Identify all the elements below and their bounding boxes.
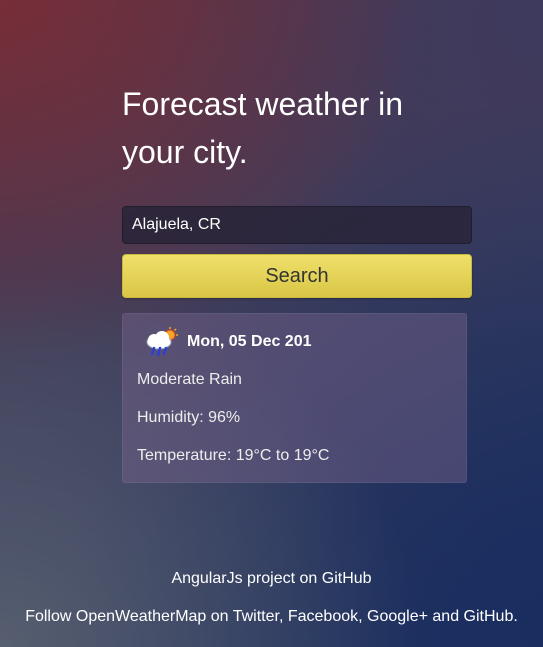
footer-follow: Follow OpenWeatherMap on Twitter, Facebo… xyxy=(0,608,543,626)
forecast-card-header: Mon, 05 Dec 201 xyxy=(143,326,312,358)
weather-description: Moderate Rain xyxy=(137,371,242,388)
forecast-date: Mon, 05 Dec 201 xyxy=(187,333,312,350)
github-project-link[interactable]: AngularJs project on GitHub xyxy=(171,570,371,587)
follow-suffix: . xyxy=(513,608,518,625)
follow-separator: and xyxy=(427,608,464,625)
rain-sun-cloud-icon xyxy=(143,326,183,358)
openweathermap-link[interactable]: OpenWeatherMap xyxy=(76,608,206,625)
humidity-text: Humidity: 96% xyxy=(137,409,241,426)
github-link[interactable]: GitHub xyxy=(464,608,514,625)
page-title: Forecast weather in your city. xyxy=(122,86,404,170)
footer-project: AngularJs project on GitHub xyxy=(0,570,543,588)
temperature-text: Temperature: 19°C to 19°C xyxy=(137,447,330,464)
follow-separator: , xyxy=(358,608,368,625)
twitter-link[interactable]: Twitter xyxy=(233,608,279,625)
google-plus-link[interactable]: Google+ xyxy=(367,608,428,625)
follow-separator: on xyxy=(206,608,233,625)
city-search-input[interactable] xyxy=(122,206,472,244)
follow-prefix: Follow xyxy=(25,608,76,625)
follow-separator: , xyxy=(278,608,288,625)
forecast-card: Mon, 05 Dec 201 Moderate Rain Humidity: … xyxy=(122,313,467,483)
facebook-link[interactable]: Facebook xyxy=(288,608,358,625)
search-button[interactable]: Search xyxy=(122,254,472,298)
